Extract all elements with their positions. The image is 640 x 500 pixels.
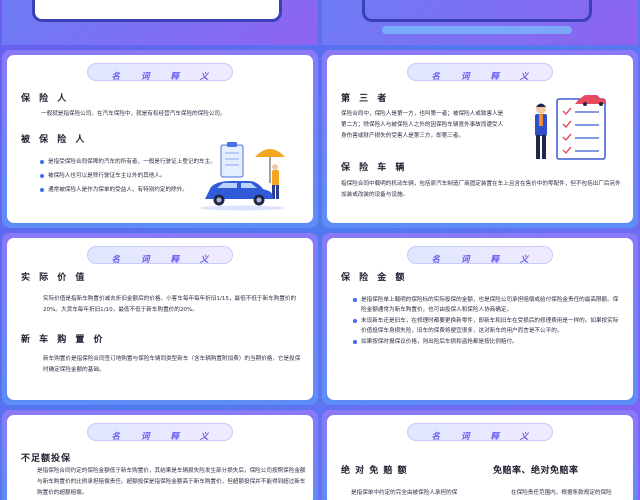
paragraph-third-party: 保险合同中，保险人是第一方，也叫第一者；被保险人或致害人是第二方；除保险人与被保… — [341, 111, 504, 139]
paragraph-insured-vehicle: 指保险合同中载明的机动车辆，包括原汽车制造厂商固定装置在车上且含在售价中的零配件… — [341, 181, 621, 198]
slide-card: 名 词 释 义 实 际 价 值 实际价值是指新车购置价减去折旧金额后的价格。小客… — [7, 238, 313, 400]
list-item: 是指受保险合同保障的汽车的所有者，一般是行驶证上登记的车主。 — [40, 157, 220, 167]
slide-actual-value[interactable]: 名 词 释 义 实 际 价 值 实际价值是指新车购置价减去折旧金额后的价格。小客… — [2, 233, 318, 405]
heading-sum-insured: 保 险 金 额 — [341, 273, 408, 283]
paragraph-new-car-price: 新车购置价是指保险合同签订地购置与保险车辆同类型新车（含车辆购置附加费）的当期价… — [43, 356, 301, 373]
slide-title: 名 词 释 义 — [111, 432, 218, 442]
slide-sum-insured[interactable]: 名 词 释 义 保 险 金 额 是指保险单上载明的保险标的实际投保的金额，也是保… — [322, 233, 638, 405]
heading-deductible-rate: 免赔率、绝对免赔率 — [493, 466, 579, 476]
insured-bullet-list: 是指受保险合同保障的汽车的所有者，一般是行驶证上登记的车主。 被保险人也可以是除… — [40, 157, 220, 199]
paragraph-insurer: 一般就是指保险公司。在汽车保险中，就是有权经营汽车保险的保险公司。 — [41, 111, 226, 117]
slide-title-pill: 名 词 释 义 — [407, 63, 553, 82]
paragraph-absolute-deductible: 是指保单中约定的完全由被保险人承担的保 — [351, 490, 458, 496]
top-frame-right — [362, 0, 592, 22]
heading-insured: 被 保 险 人 — [21, 135, 88, 145]
paragraph-underinsurance: 是指保险合同约定的保险金额低于新车购置价，其结果是车辆损失险发生部分损失后，保险… — [37, 468, 306, 496]
top-slide-left — [2, 0, 318, 45]
slide-title: 名 词 释 义 — [431, 432, 538, 442]
slide-insurer[interactable]: 名 词 释 义 保 险 人 一般就是指保险公司。在汽车保险中，就是有权经营汽车保… — [2, 50, 318, 228]
heading-insurer: 保 险 人 — [21, 94, 70, 104]
heading-insured-vehicle: 保 险 车 辆 — [341, 163, 408, 173]
list-item: 通常被保险人是作为保单的受益人，有特别约定的除外。 — [40, 185, 220, 195]
slide-deductible[interactable]: 名 词 释 义 绝 对 免 赔 额 是指保单中约定的完全由被保险人承担的保 免赔… — [322, 410, 638, 500]
slide-title-pill: 名 词 释 义 — [407, 423, 553, 442]
heading-actual-value: 实 际 价 值 — [21, 273, 88, 283]
slide-third-party[interactable]: 名 词 释 义 第 三 者 保险合同中，保险人是第一方，也叫第一者；被保险人或致… — [322, 50, 638, 228]
list-item: 如果按保时报保议价格，则出险后车损和盗抢都是按比例赔付。 — [353, 337, 623, 347]
top-slide-right — [322, 0, 638, 45]
checklist-person-illustration — [535, 95, 606, 160]
slide-title: 名 词 释 义 — [431, 255, 538, 265]
list-item: 是指保险单上载明的保险标的实际投保的金额，也是保险公司承担赔偿或给付保险金责任的… — [353, 295, 623, 315]
slide-card: 名 词 释 义 第 三 者 保险合同中，保险人是第一方，也叫第一者；被保险人或致… — [327, 55, 633, 223]
sum-insured-bullet-list: 是指保险单上载明的保险标的实际投保的金额，也是保险公司承担赔偿或给付保险金责任的… — [353, 295, 623, 348]
slide-title: 名 词 释 义 — [111, 72, 218, 82]
slide-card: 名 词 释 义 保 险 金 额 是指保险单上载明的保险标的实际投保的金额，也是保… — [327, 238, 633, 400]
heading-absolute-deductible: 绝 对 免 赔 额 — [341, 466, 408, 476]
slide-title-pill: 名 词 释 义 — [87, 423, 233, 442]
car-umbrella-illustration — [200, 142, 285, 211]
slide-title-pill: 名 词 释 义 — [87, 63, 233, 82]
slide-title: 名 词 释 义 — [111, 255, 218, 265]
paragraph-deductible-rate: 在保险责任范围内，根据条款规定的保险 — [511, 490, 612, 496]
slide-card: 名 词 释 义 不足额投保 是指保险合同约定的保险金额低于新车购置价，其结果是车… — [7, 415, 313, 500]
heading-underinsurance: 不足额投保 — [21, 454, 72, 464]
heading-third-party: 第 三 者 — [341, 94, 390, 104]
paragraph-actual-value: 实际价值是指新车购置价减去折旧金额后的价格。小客车每年每年折旧1/15，最低不低… — [43, 296, 297, 313]
slide-card: 名 词 释 义 绝 对 免 赔 额 是指保单中约定的完全由被保险人承担的保 免赔… — [327, 415, 633, 500]
list-item: 未设新车还是旧车，在修理时都要更换新零件，即新车和旧车在受损后的修理费用是一样的… — [353, 316, 623, 336]
slide-title: 名 词 释 义 — [431, 72, 538, 82]
top-frame-left — [32, 0, 282, 22]
slide-title-pill: 名 词 释 义 — [87, 246, 233, 265]
top-glow — [382, 26, 572, 34]
slide-card: 名 词 释 义 保 险 人 一般就是指保险公司。在汽车保险中，就是有权经营汽车保… — [7, 55, 313, 223]
slide-title-pill: 名 词 释 义 — [407, 246, 553, 265]
slide-underinsurance[interactable]: 名 词 释 义 不足额投保 是指保险合同约定的保险金额低于新车购置价，其结果是车… — [2, 410, 318, 500]
heading-new-car-price: 新 车 购 置 价 — [21, 335, 106, 345]
list-item: 被保险人也可以是除行驶证车主以外的其他人。 — [40, 171, 220, 181]
